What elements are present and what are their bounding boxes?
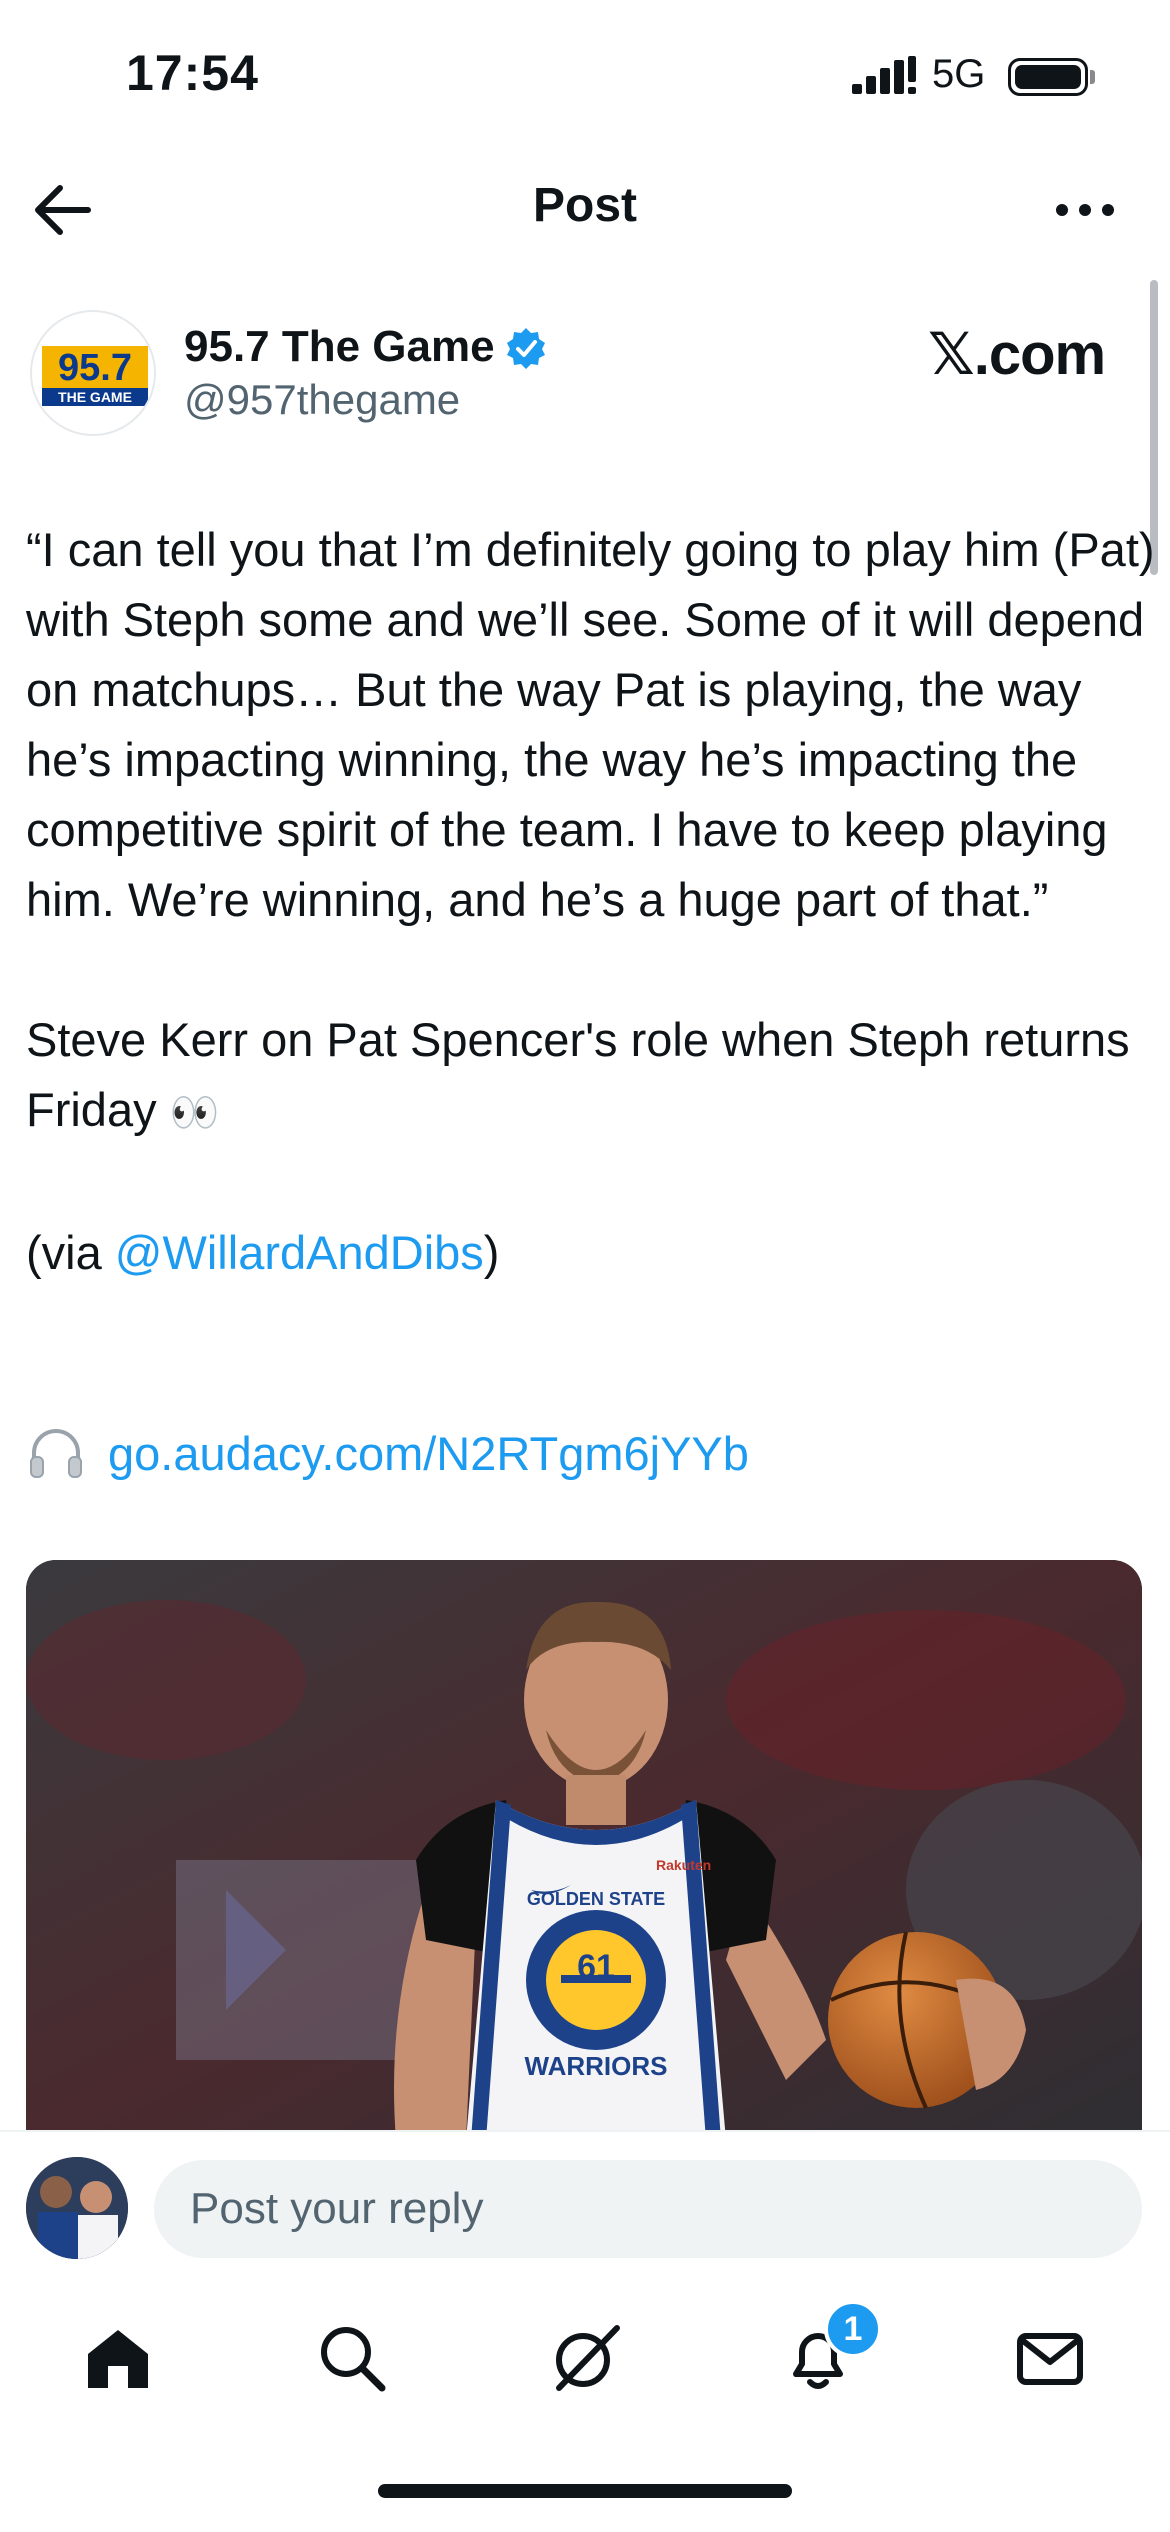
- eyes-emoji: 👀: [169, 1091, 220, 1135]
- source-label: 𝕏.com: [928, 322, 1106, 387]
- status-bar: 17:54 5G: [0, 0, 1170, 150]
- reply-input[interactable]: Post your reply: [154, 2160, 1142, 2258]
- jersey-team-bottom-text: WARRIORS: [525, 2051, 668, 2081]
- post-quote: “I can tell you that I’m definitely goin…: [26, 523, 1168, 926]
- status-time: 17:54: [126, 45, 259, 101]
- notifications-badge: 1: [824, 2300, 882, 2358]
- top-nav: Post: [0, 150, 1170, 265]
- author-avatar[interactable]: 95.7 THE GAME: [30, 310, 156, 436]
- mail-icon: [1017, 2333, 1083, 2385]
- tab-home[interactable]: [78, 2318, 158, 2398]
- verified-badge-icon: [507, 328, 545, 369]
- tab-search[interactable]: [312, 2318, 392, 2398]
- battery-icon: [1008, 58, 1088, 96]
- headphones-icon: [30, 1429, 82, 1478]
- audio-link-row: go.audacy.com/N2RTgm6jYYb: [26, 1418, 749, 1488]
- player-photo: Rakuten 61 GOLDEN STATE WARRIORS: [26, 1560, 1142, 2140]
- user-avatar[interactable]: [26, 2157, 128, 2259]
- home-icon: [88, 2330, 148, 2388]
- station-logo: 95.7 THE GAME: [42, 346, 148, 406]
- grok-icon: [556, 2325, 620, 2391]
- search-icon: [321, 2327, 386, 2392]
- post-body: “I can tell you that I’m definitely goin…: [26, 515, 1156, 1288]
- author-display-name[interactable]: 95.7 The Game: [184, 322, 495, 372]
- page-title: Post: [532, 179, 637, 232]
- bottom-tab-bar: 1: [0, 2280, 1170, 2430]
- network-type: 5G: [932, 52, 986, 96]
- audio-link[interactable]: go.audacy.com/N2RTgm6jYYb: [108, 1426, 749, 1481]
- battery-cap: [1090, 70, 1095, 84]
- via-prefix: (via: [26, 1226, 115, 1279]
- svg-text:THE GAME: THE GAME: [58, 389, 132, 405]
- jersey-number-text: 61: [577, 1948, 615, 1986]
- reply-bar: Post your reply: [0, 2130, 1170, 2280]
- tab-messages[interactable]: [1010, 2318, 1090, 2398]
- svg-text:95.7: 95.7: [58, 347, 132, 389]
- cellular-signal-icon: [852, 56, 916, 94]
- post-image[interactable]: Rakuten 61 GOLDEN STATE WARRIORS: [26, 1560, 1142, 2140]
- via-suffix: ): [483, 1226, 500, 1279]
- tab-grok[interactable]: [545, 2318, 625, 2398]
- home-indicator[interactable]: [378, 2484, 792, 2498]
- more-options-icon[interactable]: [1050, 180, 1120, 240]
- mention-link[interactable]: @WillardAndDibs: [115, 1226, 484, 1279]
- author-handle[interactable]: @957thegame: [184, 376, 460, 424]
- jersey-brand-text: Rakuten: [656, 1857, 711, 1873]
